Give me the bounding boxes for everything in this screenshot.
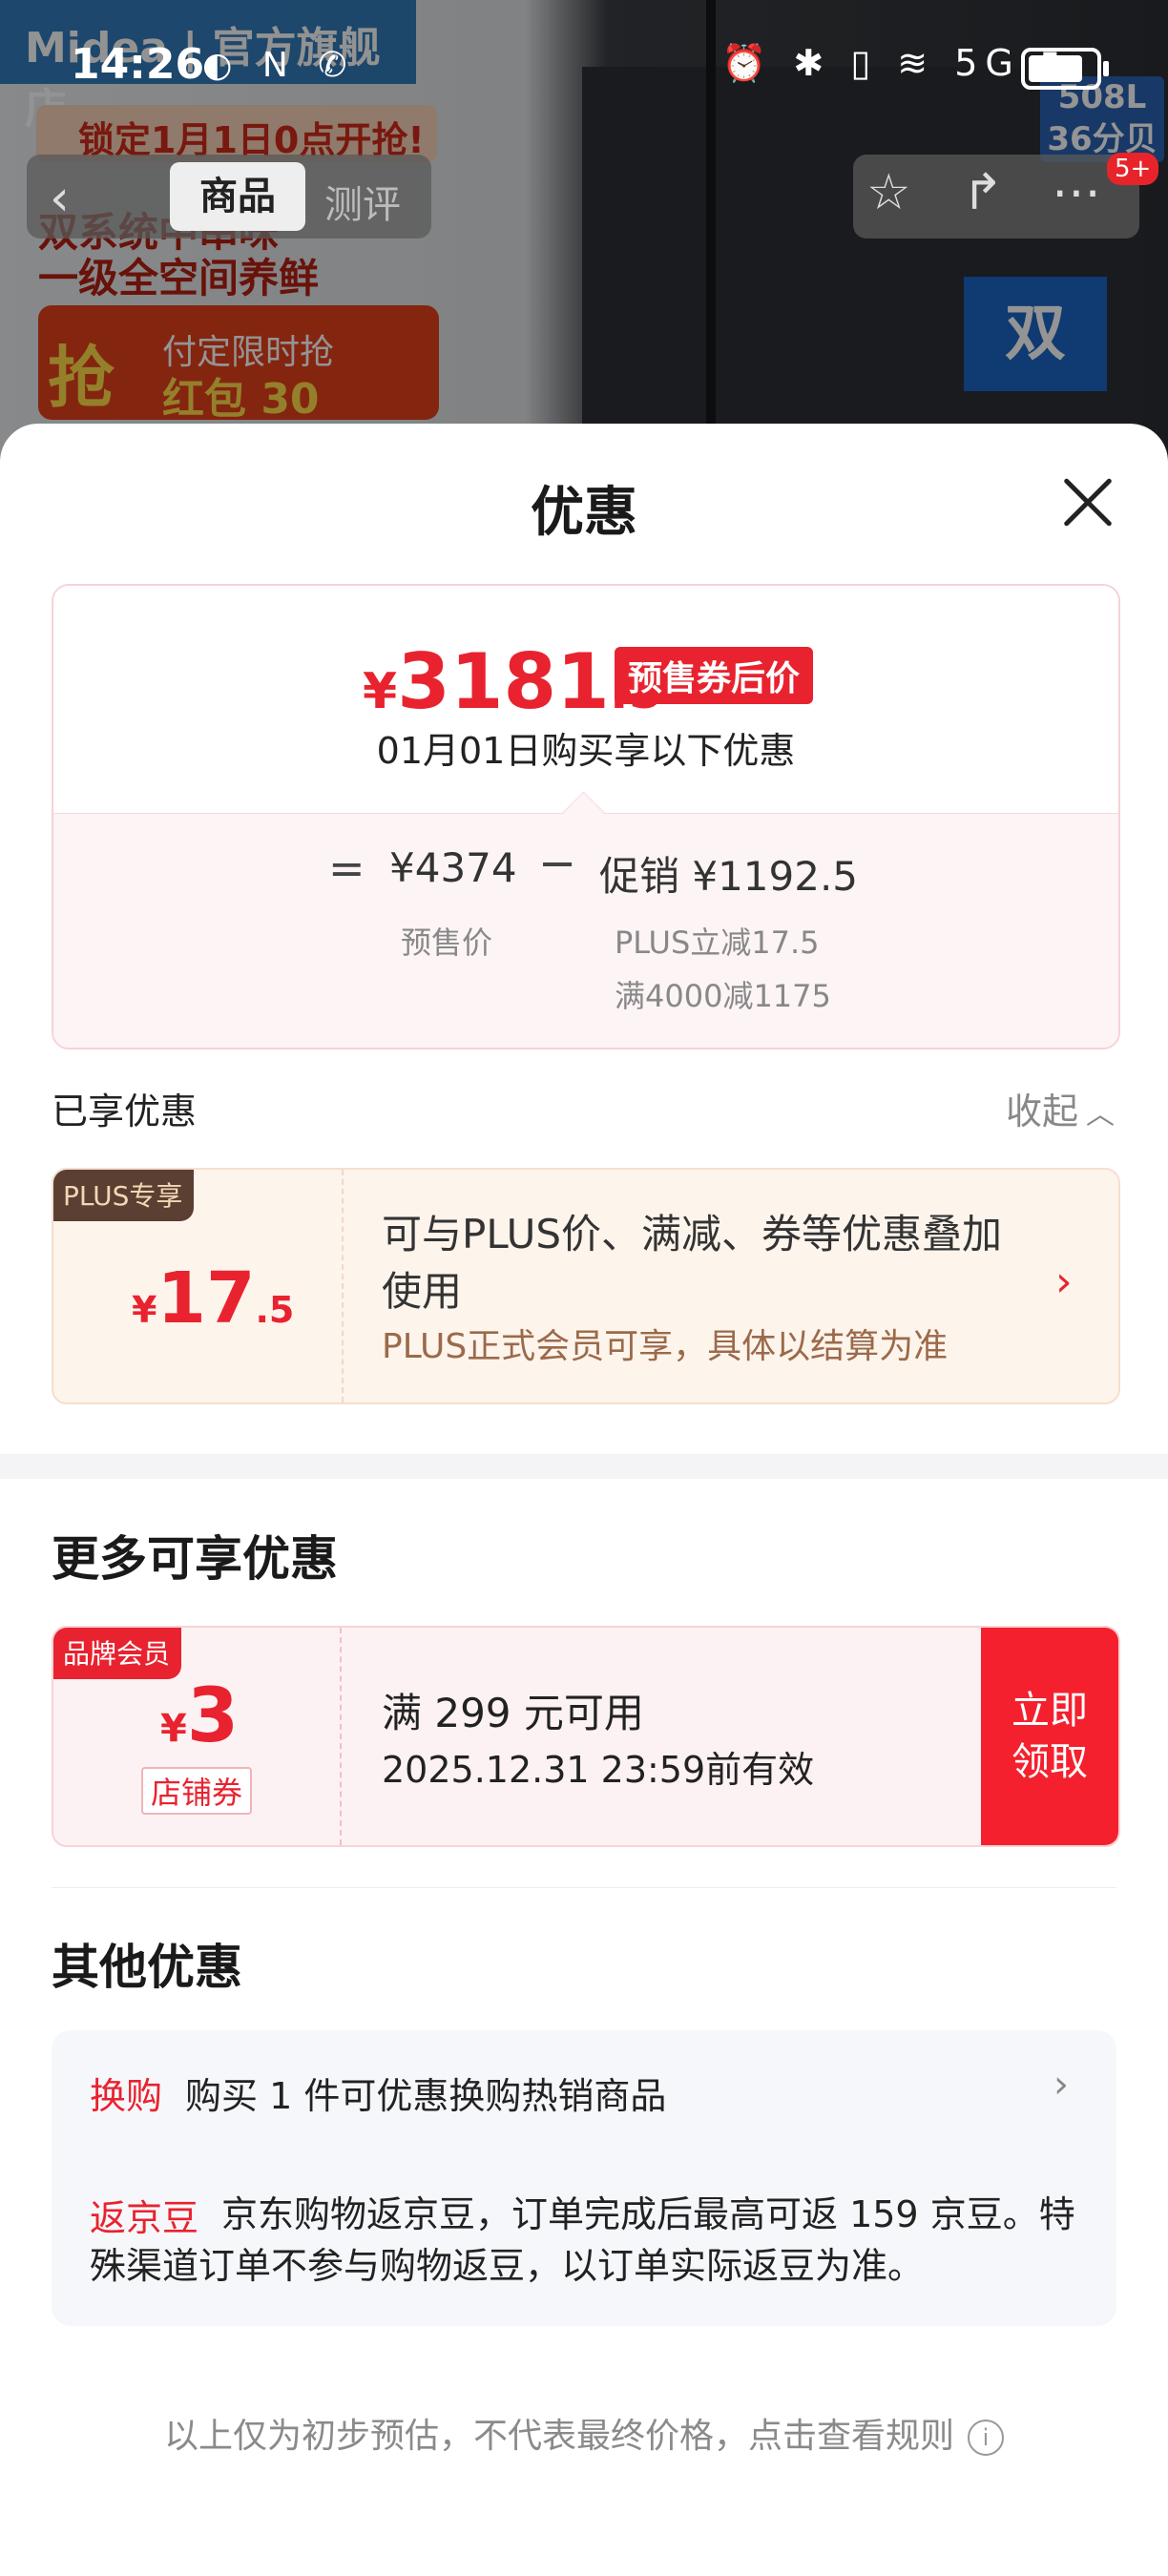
star-icon[interactable]: ☆ bbox=[866, 164, 911, 221]
coupon-currency: ¥ bbox=[160, 1707, 187, 1751]
plus-description: 可与PLUS价、满减、券等优惠叠加使用 bbox=[382, 1211, 1003, 1315]
sheet-title: 优惠 bbox=[531, 482, 637, 544]
other-discounts-title: 其他优惠 bbox=[52, 1940, 242, 1995]
price-summary-top: ¥3181.5 预售券后价 01月01日购买享以下优惠 bbox=[53, 586, 1118, 813]
store-coupon-card: 品牌会员 ¥3 店铺券 满 299 元可用 2025.12.31 23:59前有… bbox=[52, 1626, 1120, 1847]
info-icon: i bbox=[968, 2420, 1004, 2456]
promo-detail-plus: PLUS立减17.5 bbox=[615, 924, 820, 961]
coupon-type-tag: 店铺券 bbox=[141, 1767, 253, 1815]
tradein-label: 换购 bbox=[90, 2075, 163, 2117]
plus-discount-card[interactable]: PLUS专享 ¥17.5 可与PLUS价、满减、券等优惠叠加使用 PLUS正式会… bbox=[52, 1168, 1120, 1404]
more-icon[interactable]: ⋯ bbox=[1052, 164, 1101, 221]
coupon-amount-value: 3 bbox=[186, 1673, 240, 1759]
discount-sheet: 优惠 ¥3181.5 预售券后价 01月01日购买享以下优惠 = ¥4374 预… bbox=[0, 424, 1168, 2576]
coupon-condition: 满 299 元可用 bbox=[382, 1690, 644, 1736]
plus-amount-currency: ¥ bbox=[132, 1289, 157, 1331]
disclaimer-text: 以上仅为初步预估，不代表最终价格，点击查看规则 bbox=[163, 2417, 954, 2456]
plus-amount-integer: 17 bbox=[156, 1257, 256, 1340]
cart-badge: 5+ bbox=[1107, 153, 1159, 185]
status-time: 14:26 bbox=[71, 40, 205, 89]
chevron-right-icon[interactable]: › bbox=[1053, 2063, 1069, 2107]
close-icon[interactable] bbox=[1061, 475, 1115, 529]
price-breakdown: = ¥4374 预售价 − 促销 ¥1192.5 PLUS立减17.5 满400… bbox=[53, 813, 1118, 1048]
plus-divider bbox=[342, 1170, 344, 1402]
rules-disclaimer[interactable]: 以上仅为初步预估，不代表最终价格，点击查看规则 i bbox=[0, 2408, 1168, 2458]
enjoyed-title: 已享优惠 bbox=[52, 1091, 198, 1132]
share-icon[interactable]: ↱ bbox=[962, 164, 1004, 221]
jingdou-label: 返京豆 bbox=[90, 2197, 199, 2239]
purchase-date-note: 01月01日购买享以下优惠 bbox=[376, 730, 796, 772]
notification-icons: ◐ N ✆ bbox=[202, 46, 357, 85]
final-price-integer: 3181 bbox=[397, 637, 610, 726]
tab-review[interactable]: 测评 bbox=[324, 174, 401, 229]
back-icon[interactable]: ‹ bbox=[50, 170, 70, 227]
other-discounts-card: 换购 购买 1 件可优惠换购热销商品 › 京东购物返京豆，订单完成后最高可返 1… bbox=[52, 2030, 1116, 2326]
battery-icon bbox=[1021, 48, 1109, 90]
plus-amount: ¥17.5 bbox=[132, 1257, 294, 1340]
claim-coupon-button[interactable]: 立即领取 bbox=[981, 1628, 1118, 1845]
final-price-currency: ¥ bbox=[363, 663, 398, 720]
presale-price-value: ¥4374 bbox=[389, 844, 517, 891]
tradein-text[interactable]: 购买 1 件可优惠换购热销商品 bbox=[185, 2067, 666, 2119]
minus-sign: − bbox=[538, 837, 577, 890]
price-summary-card: ¥3181.5 预售券后价 01月01日购买享以下优惠 = ¥4374 预售价 … bbox=[52, 584, 1120, 1049]
plus-amount-decimal: .5 bbox=[255, 1289, 295, 1331]
coupon-divider bbox=[340, 1628, 342, 1845]
promo-detail-threshold: 满4000减1175 bbox=[615, 978, 831, 1014]
chevron-up-icon: ︿ bbox=[1086, 1098, 1116, 1132]
status-bar: 14:26 ◐ N ✆ ⏰ ✱ ▯ ≋ 5G ▮ bbox=[0, 0, 1168, 126]
coupon-validity: 2025.12.31 23:59前有效 bbox=[382, 1749, 815, 1791]
system-icons: ⏰ ✱ ▯ ≋ 5G ▮ bbox=[721, 42, 1068, 84]
promo-discount-value: 促销 ¥1192.5 bbox=[599, 853, 859, 900]
claim-coupon-label: 立即领取 bbox=[1012, 1689, 1088, 1784]
tab-product[interactable]: 商品 bbox=[170, 162, 305, 231]
section-gap bbox=[0, 1454, 1168, 1479]
jingdou-text: 京东购物返京豆，订单完成后最高可返 159 京豆。特殊渠道订单不参与购物返豆，以… bbox=[90, 2193, 1075, 2287]
more-discounts-title: 更多可享优惠 bbox=[52, 1531, 338, 1587]
brand-member-badge: 品牌会员 bbox=[53, 1628, 182, 1679]
collapse-button[interactable]: 收起 ︿ bbox=[1006, 1082, 1115, 1134]
equals-sign: = bbox=[328, 842, 365, 894]
plus-note: PLUS正式会员可享，具体以结算为准 bbox=[382, 1327, 949, 1366]
presale-coupon-tag: 预售券后价 bbox=[615, 647, 814, 704]
divider bbox=[52, 1887, 1116, 1888]
plus-badge: PLUS专享 bbox=[53, 1170, 195, 1221]
presale-price-label: 预售价 bbox=[401, 924, 493, 961]
coupon-amount: ¥3 bbox=[160, 1673, 239, 1759]
product-nav: ‹ 商品 测评 ☆ ↱ ⋯ 5+ bbox=[0, 143, 1168, 248]
nav-actions: ☆ ↱ ⋯ bbox=[853, 155, 1139, 239]
chevron-right-icon: › bbox=[1055, 1257, 1073, 1306]
collapse-label: 收起 bbox=[1006, 1091, 1079, 1132]
nav-tabs: ‹ 商品 测评 bbox=[27, 155, 431, 239]
